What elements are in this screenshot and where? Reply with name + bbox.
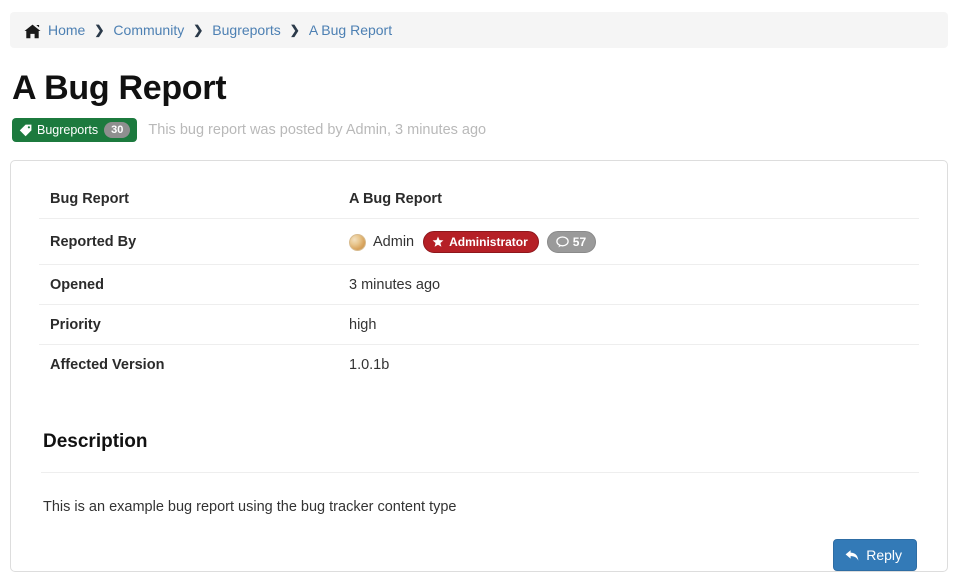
row-value-priority: high <box>349 304 919 346</box>
breadcrumb-item-bugreports[interactable]: Bugreports <box>212 22 280 38</box>
page-title: A Bug Report <box>12 69 227 107</box>
tag-icon <box>19 124 32 137</box>
panel-actions: Reply <box>39 539 919 572</box>
chevron-right-icon: ❯ <box>289 23 300 37</box>
author-name[interactable]: Admin <box>373 234 414 250</box>
table-row: Priority high <box>39 304 919 346</box>
breadcrumb-item-community[interactable]: Community <box>113 22 184 38</box>
comment-count-value: 57 <box>572 235 587 250</box>
row-label-affected-version: Affected Version <box>50 357 165 374</box>
comment-count-badge[interactable]: 57 <box>546 231 597 254</box>
category-badge-count: 30 <box>104 122 131 139</box>
breadcrumb-item-current[interactable]: A Bug Report <box>309 22 392 38</box>
row-label-bug-report: Bug Report <box>39 179 349 220</box>
row-label-opened: Opened <box>39 264 349 306</box>
row-value-affected-version: 1.0.1b <box>349 357 390 374</box>
table-row: Opened 3 minutes ago <box>39 264 919 306</box>
post-meta-text: This bug report was posted by Admin, 3 m… <box>148 122 487 139</box>
reply-button-label: Reply <box>866 547 902 564</box>
table-row: Affected Version 1.0.1b <box>39 345 919 385</box>
row-label-reported-by: Reported By <box>39 218 349 266</box>
category-badge-label: Bugreports <box>37 123 99 138</box>
row-value-opened: 3 minutes ago <box>349 264 919 306</box>
bug-report-info-table: Bug Report A Bug Report Reported By Admi… <box>39 179 919 384</box>
page-meta: Bugreports 30 This bug report was posted… <box>12 118 948 143</box>
table-row: Bug Report A Bug Report <box>39 179 919 220</box>
table-row: Reported By Admin Administrator 57 <box>39 218 919 266</box>
comment-bubble-icon <box>556 236 569 248</box>
description-heading: Description <box>43 431 148 453</box>
star-icon <box>432 236 444 248</box>
description-body: This is an example bug report using the … <box>43 499 457 516</box>
chevron-right-icon: ❯ <box>193 23 204 37</box>
row-value-reported-by: Admin Administrator 57 <box>349 218 919 266</box>
chevron-right-icon: ❯ <box>94 23 105 37</box>
author-info: Admin Administrator 57 <box>349 231 919 254</box>
home-icon <box>24 24 41 39</box>
row-value-bug-report: A Bug Report <box>349 179 919 220</box>
status-badge-administrator[interactable]: Administrator <box>423 231 539 254</box>
description-divider <box>41 472 919 474</box>
breadcrumb: Home ❯ Community ❯ Bugreports ❯ A Bug Re… <box>10 12 948 48</box>
category-badge[interactable]: Bugreports 30 <box>12 118 138 143</box>
bug-report-panel: Bug Report A Bug Report Reported By Admi… <box>10 160 948 573</box>
avatar <box>349 233 366 251</box>
role-badge-label: Administrator <box>449 235 528 250</box>
breadcrumb-item-home[interactable]: Home <box>48 22 85 38</box>
row-label-priority: Priority <box>39 304 349 346</box>
bug-report-page: Home ❯ Community ❯ Bugreports ❯ A Bug Re… <box>0 12 958 581</box>
reply-arrow-icon <box>845 549 859 562</box>
reply-button[interactable]: Reply <box>833 539 917 572</box>
